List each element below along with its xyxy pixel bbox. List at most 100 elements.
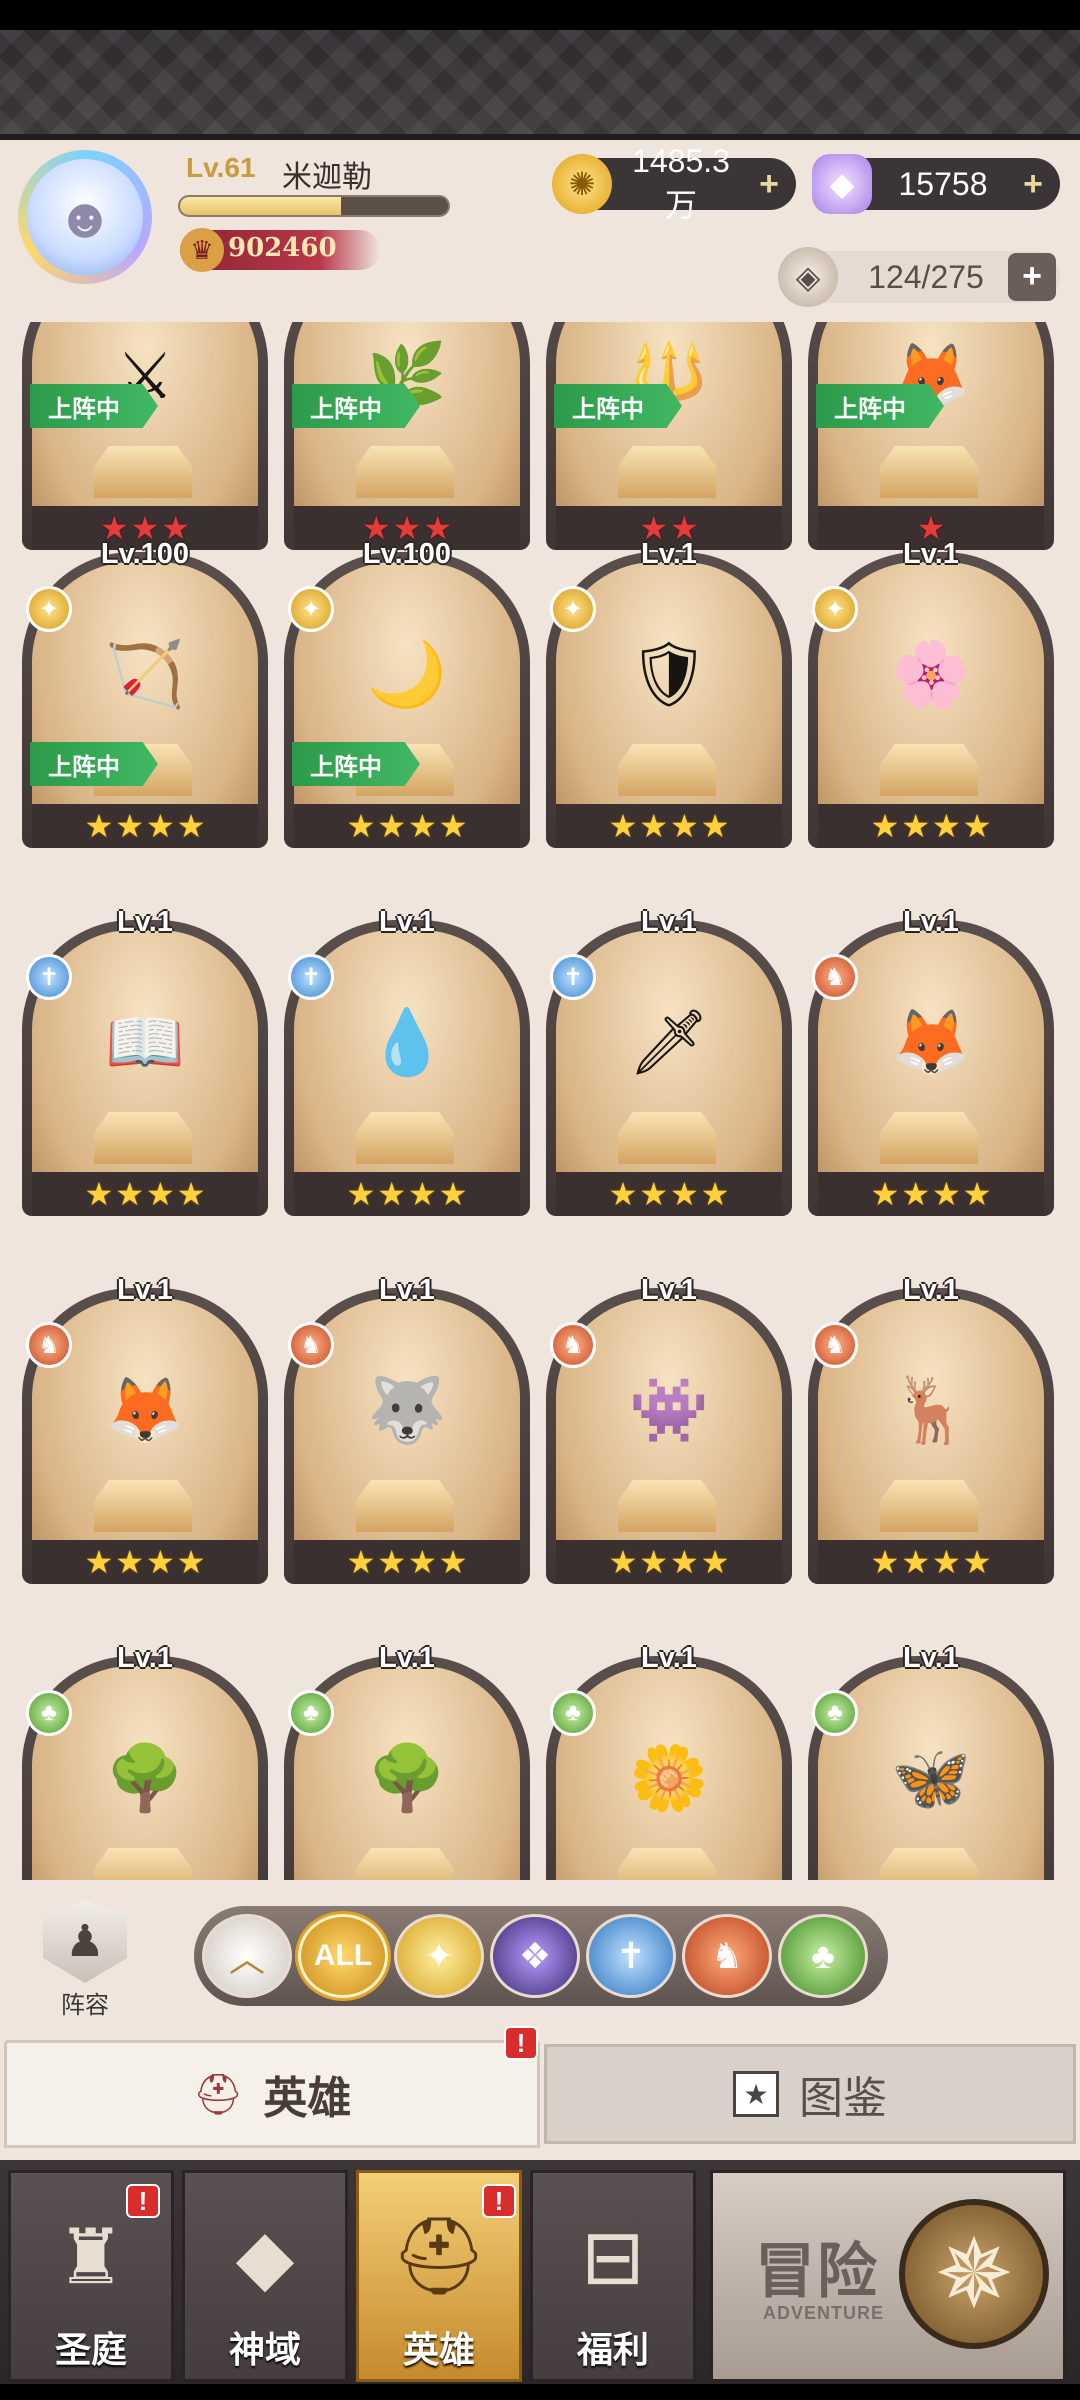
gold-value: 1485.3万 [632, 142, 730, 223]
all-filter-button[interactable]: ALL [298, 1914, 388, 1998]
compass-icon: ✵ [899, 2199, 1049, 2349]
nature-faction-icon: ♣ [550, 1690, 596, 1736]
hero-level: Lv.1 [641, 1274, 697, 1306]
hero-pedestal [618, 1848, 716, 1880]
light-faction-icon: ✦ [26, 586, 72, 632]
hero-pedestal [880, 446, 978, 498]
hero-card[interactable]: 🏹 ★ ★ ★ ★ Lv.100 ✦ 上阵中 [22, 528, 268, 848]
star-icon: ★ [84, 1544, 114, 1580]
star-icon: ★ [377, 1544, 406, 1580]
nav-welfare[interactable]: ⊟ 福利 [530, 2170, 696, 2382]
exp-bar-fill [180, 197, 341, 215]
hero-card[interactable]: 🌳★★★★Lv.1 ♣ [284, 1632, 530, 1880]
gold-currency[interactable]: ✺ 1485.3万 + [552, 143, 796, 223]
hero-card-frame: 🦊 ★ [808, 322, 1054, 550]
hero-card-frame: 🌳★★★★ [284, 1656, 530, 1880]
hero-star-row: ★ ★ ★ ★ [818, 1172, 1044, 1216]
beast-faction-icon[interactable]: ♞ [682, 1914, 772, 1998]
hero-card[interactable]: 🦋★★★★Lv.1 ♣ [808, 1632, 1054, 1880]
hero-star-row: ★ ★ ★ ★ [556, 1540, 782, 1584]
deployed-tag: 上阵中 [292, 384, 420, 428]
hero-card-frame: 🌿 ★ ★ ★ [284, 322, 530, 550]
hero-card[interactable]: 🔱 ★ ★ 上阵中 [546, 322, 792, 550]
formation-label: 阵容 [61, 1992, 109, 2019]
player-level: Lv.61 [186, 152, 256, 183]
star-icon: ★ [932, 1176, 961, 1212]
player-avatar[interactable]: ☻ [10, 142, 160, 292]
nature-faction-icon[interactable]: ♣ [778, 1914, 868, 1998]
crystal-altar-icon: ◆ [235, 2214, 295, 2300]
hero-card[interactable]: 🐺 ★ ★ ★ ★ Lv.1 ♞ [284, 1264, 530, 1584]
hero-star-row: ★ ★ ★ ★ [294, 804, 520, 848]
deployed-tag: 上阵中 [554, 384, 682, 428]
order-faction-icon[interactable]: ✝ [586, 1914, 676, 1998]
star-icon: ★ [608, 808, 638, 844]
add-gem-button[interactable]: + [1016, 167, 1050, 201]
star-icon: ★ [700, 1544, 730, 1580]
hero-star-row: ★ ★ ★ ★ [818, 1540, 1044, 1584]
hero-card[interactable]: ⚔ ★ ★ ★ 上阵中 [22, 322, 268, 550]
hero-star-row: ★ ★ ★ ★ [294, 1172, 520, 1216]
hero-capacity-icon: ◈ [778, 247, 838, 307]
star-icon: ★ [377, 808, 406, 844]
up-arrow-icon[interactable]: ︿ [202, 1914, 292, 1998]
hero-card[interactable]: 🌙 ★ ★ ★ ★ Lv.100 ✦ 上阵中 [284, 528, 530, 848]
star-icon: ★ [639, 1544, 668, 1580]
nav-divine[interactable]: ◆ 神域 [182, 2170, 348, 2382]
star-icon: ★ [901, 1544, 930, 1580]
hero-card[interactable]: 💧 ★ ★ ★ ★ Lv.1 ✝ [284, 896, 530, 1216]
hero-pedestal [618, 446, 716, 498]
player-name: 米迦勒 [282, 161, 372, 194]
hero-card[interactable]: 🗡 ★ ★ ★ ★ Lv.1 ✝ [546, 896, 792, 1216]
star-icon: ★ [901, 808, 930, 844]
light-faction-icon[interactable]: ✦ [394, 1914, 484, 1998]
hero-card[interactable]: 👾 ★ ★ ★ ★ Lv.1 ♞ [546, 1264, 792, 1584]
nav-divine-label: 神域 [228, 2329, 301, 2370]
hero-pedestal [94, 1480, 192, 1532]
star-icon: ★ [146, 1544, 175, 1580]
deployed-tag: 上阵中 [30, 742, 158, 786]
hero-pedestal [618, 1480, 716, 1532]
expand-capacity-button[interactable]: + [1008, 253, 1056, 301]
star-icon: ★ [438, 808, 468, 844]
hero-card[interactable]: 🌳★★★★Lv.1 ♣ [22, 1632, 268, 1880]
hero-card[interactable]: 🌼★★★★Lv.1 ♣ [546, 1632, 792, 1880]
heroes-tab-alert-badge: ! [504, 2026, 538, 2060]
star-icon: ★ [115, 1176, 144, 1212]
star-icon: ★ [346, 1544, 376, 1580]
exp-bar [178, 195, 450, 217]
hero-card[interactable]: 📖 ★ ★ ★ ★ Lv.1 ✝ [22, 896, 268, 1216]
star-icon: ★ [146, 808, 175, 844]
add-gold-button[interactable]: + [752, 167, 786, 201]
adventure-button[interactable]: 冒险 ADVENTURE ✵ [710, 2170, 1066, 2382]
avatar-portrait: ☻ [27, 159, 143, 275]
avatar-frame: ☻ [18, 150, 152, 284]
hero-card[interactable]: 🌸 ★ ★ ★ ★ Lv.1 ✦ [808, 528, 1054, 848]
hero-card[interactable]: 🦌 ★ ★ ★ ★ Lv.1 ♞ [808, 1264, 1054, 1584]
tab-codex[interactable]: ★ 图鉴 [544, 2044, 1076, 2144]
hero-card[interactable]: 🦊 ★ 上阵中 [808, 322, 1054, 550]
hero-card[interactable]: 🦊 ★ ★ ★ ★ Lv.1 ♞ [808, 896, 1054, 1216]
hero-card-frame: ⚔ ★ ★ ★ [22, 322, 268, 550]
dark-faction-icon[interactable]: ❖ [490, 1914, 580, 1998]
hero-card[interactable]: 🌿 ★ ★ ★ 上阵中 [284, 322, 530, 550]
gem-currency[interactable]: ◆ 15758 + [812, 154, 1060, 214]
star-icon: ★ [377, 1176, 406, 1212]
star-icon: ★ [84, 1176, 114, 1212]
hero-card[interactable]: 🛡 ★ ★ ★ ★ Lv.1 ✦ [546, 528, 792, 848]
nature-faction-icon: ♣ [288, 1690, 334, 1736]
adventure-label: 冒险 [755, 2238, 879, 2305]
hero-star-row: ★ ★ ★ ★ [818, 804, 1044, 848]
hero-card[interactable]: 🦊 ★ ★ ★ ★ Lv.1 ♞ [22, 1264, 268, 1584]
star-icon: ★ [901, 1176, 930, 1212]
tab-heroes[interactable]: ⛑ 英雄 [4, 2040, 540, 2148]
order-faction-icon: ✝ [26, 954, 72, 1000]
beast-faction-icon: ♞ [812, 954, 858, 1000]
top-decor-band [0, 30, 1080, 140]
hero-card-frame: 🦋★★★★ [808, 1656, 1054, 1880]
formation-button[interactable]: ♟ 阵容 [30, 1900, 140, 2020]
hero-grid[interactable]: ⚔ ★ ★ ★ 上阵中 🌿 ★ ★ ★ 上阵中 🔱 ★ ★ 上阵中 🦊 ★ 上阵中 🏹 ★ ★ ★ ★ Lv.100 ✦ 上阵中… [0, 322, 1080, 1880]
hero-level: Lv.1 [379, 906, 435, 938]
star-icon: ★ [962, 1544, 992, 1580]
hero-portrait: 🦋 [891, 1741, 971, 1814]
